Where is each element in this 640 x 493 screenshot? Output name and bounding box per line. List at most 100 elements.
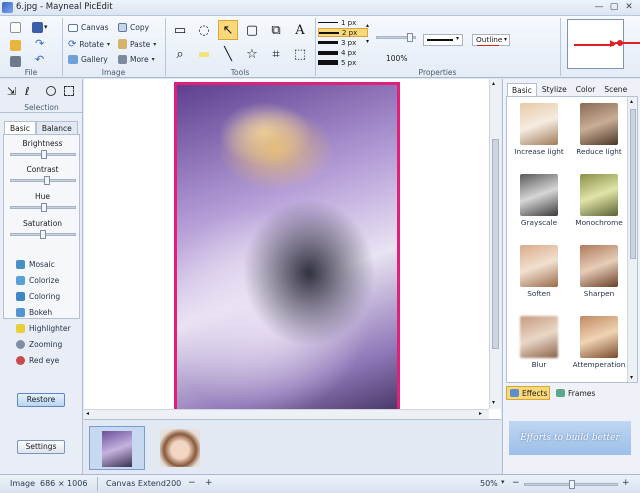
tab-basic-effects[interactable]: Basic	[507, 83, 537, 97]
ellipse-select-icon[interactable]	[46, 86, 56, 96]
saturation-slider[interactable]	[10, 230, 76, 239]
settings-button[interactable]: Settings	[17, 440, 65, 454]
effect-grayscale[interactable]: Grayscale	[509, 174, 569, 227]
zoom-slider[interactable]	[524, 480, 618, 489]
text-tool-icon[interactable]: A	[290, 20, 310, 40]
outline-dropdown[interactable]: Outline ▾	[472, 34, 510, 46]
canvas-area[interactable]: ▴ ▾ ◂ ▸	[84, 79, 501, 419]
line-size-scroll-down-icon[interactable]: ▾	[366, 38, 369, 45]
opacity-slider[interactable]	[376, 33, 416, 42]
scroll-left-icon[interactable]: ◂	[86, 410, 89, 417]
tab-balance[interactable]: Balance	[35, 121, 78, 135]
opacity-slider-thumb[interactable]	[407, 33, 413, 42]
effects-tab[interactable]: Effects	[506, 386, 550, 400]
clone-stamp-icon[interactable]: ⧉	[266, 20, 286, 40]
scroll-right-icon[interactable]: ▸	[479, 410, 482, 417]
effect-coloring[interactable]: Coloring	[16, 288, 82, 304]
effect-attemperation[interactable]: Attemperation	[569, 316, 629, 369]
rounded-rect-icon[interactable]: ▢	[242, 20, 262, 40]
rotate-button[interactable]: ⟳ Rotate ▾	[68, 39, 110, 50]
save-icon[interactable]	[32, 22, 43, 33]
brightness-slider[interactable]	[10, 150, 76, 159]
zoom-icon[interactable]: ⌕	[170, 44, 190, 64]
rect-select-icon[interactable]	[64, 86, 74, 96]
select-rect-icon[interactable]: ▭	[170, 20, 190, 40]
paint-bucket-icon[interactable]: ⬚	[290, 44, 310, 64]
effect-blur[interactable]: Blur	[509, 316, 569, 369]
effect-gallery-scrollbar[interactable]: ▴ ▾	[627, 97, 637, 382]
scroll-down-icon[interactable]: ▾	[492, 399, 495, 406]
effect-zooming[interactable]: Zooming	[16, 336, 82, 352]
canvas-extend-decrease-button[interactable]: −	[188, 478, 196, 488]
line-size-scroll-up-icon[interactable]: ▴	[366, 22, 369, 29]
restore-button[interactable]: Restore	[17, 393, 65, 407]
line-size-option-selected[interactable]: 2 px	[318, 28, 368, 37]
effect-bokeh[interactable]: Bokeh	[16, 304, 82, 320]
effect-mosaic[interactable]: Mosaic	[16, 256, 82, 272]
effect-red-eye[interactable]: Red eye	[16, 352, 82, 368]
tab-scene[interactable]: Scene	[600, 83, 631, 97]
effect-sharpen[interactable]: Sharpen	[569, 245, 629, 298]
tab-color[interactable]: Color	[572, 83, 600, 97]
effect-colorize[interactable]: Colorize	[16, 272, 82, 288]
tab-stylize[interactable]: Stylize	[538, 83, 571, 97]
highlighter-icon[interactable]: ▬	[194, 44, 214, 64]
zoom-slider-thumb[interactable]	[569, 480, 575, 489]
vertical-scrollbar[interactable]: ▴ ▾	[489, 79, 501, 409]
zoom-dropdown-icon[interactable]: ▾	[501, 478, 505, 486]
hue-slider[interactable]	[10, 203, 76, 212]
undo-icon[interactable]: ↶	[35, 53, 44, 66]
line-style-dropdown[interactable]: ▾	[423, 34, 463, 46]
effect-increase-light[interactable]: Increase light	[509, 103, 569, 156]
save-dropdown-icon[interactable]: ▾	[44, 23, 48, 31]
properties-group-label: Properties	[418, 68, 457, 77]
more-button[interactable]: More ▾	[118, 55, 155, 64]
effect-reduce-light[interactable]: Reduce light	[569, 103, 629, 156]
tab-basic[interactable]: Basic	[4, 121, 36, 135]
paste-button[interactable]: Paste ▾	[118, 39, 156, 49]
thumbnail-selected[interactable]	[89, 426, 145, 470]
frames-tab[interactable]: Frames	[553, 386, 597, 400]
brightness-slider-thumb[interactable]	[41, 150, 47, 159]
line-size-option[interactable]: 5 px	[318, 58, 374, 67]
paste-dropdown-icon: ▾	[153, 40, 157, 48]
lasso-shape-icon[interactable]: ◌	[194, 20, 214, 40]
print-icon[interactable]	[10, 56, 21, 67]
effect-gallery-scroll-thumb[interactable]	[630, 109, 636, 259]
open-icon[interactable]	[10, 40, 21, 51]
canvas-button[interactable]: Canvas	[68, 23, 109, 32]
zoom-out-button[interactable]: −	[512, 478, 520, 488]
scroll-up-icon[interactable]: ▴	[630, 98, 633, 105]
scroll-up-icon[interactable]: ▴	[492, 80, 495, 87]
pointer-select-icon[interactable]: ⇲	[7, 85, 16, 98]
maximize-button[interactable]: ▢	[607, 1, 621, 14]
line-tool-icon[interactable]: ↖	[218, 20, 238, 40]
crop-icon[interactable]: ⌗	[266, 44, 286, 64]
redo-icon[interactable]: ↷	[35, 37, 44, 50]
gallery-button[interactable]: Gallery	[68, 55, 108, 64]
minimize-button[interactable]: —	[592, 1, 606, 14]
scroll-down-icon[interactable]: ▾	[630, 374, 633, 381]
close-button[interactable]: ✕	[622, 1, 636, 14]
hue-slider-thumb[interactable]	[41, 203, 47, 212]
new-icon[interactable]	[10, 22, 21, 33]
contrast-slider-thumb[interactable]	[44, 176, 50, 185]
contrast-slider[interactable]	[10, 176, 76, 185]
star-icon[interactable]: ☆	[242, 44, 262, 64]
effect-monochrome[interactable]: Monochrome	[569, 174, 629, 227]
window-title: 6.jpg - Mayneal PicEdit	[16, 2, 113, 12]
copy-button[interactable]: Copy	[118, 23, 149, 32]
effect-soften[interactable]: Soften	[509, 245, 569, 298]
line-size-option[interactable]: 4 px	[318, 48, 374, 57]
vertical-scroll-thumb[interactable]	[492, 139, 499, 349]
arrow-style-preview[interactable]: ▶	[567, 19, 624, 69]
effect-highlighter[interactable]: Highlighter	[16, 320, 82, 336]
lasso-select-icon[interactable]: ℓ	[25, 85, 30, 98]
saturation-slider-thumb[interactable]	[40, 230, 46, 239]
horizontal-scrollbar[interactable]: ◂ ▸	[84, 409, 489, 419]
straight-line-icon[interactable]: ╲	[218, 44, 238, 64]
zoom-in-button[interactable]: +	[622, 478, 630, 488]
red-eye-icon	[16, 355, 25, 365]
canvas-extend-increase-button[interactable]: +	[205, 478, 213, 488]
thumbnail[interactable]	[156, 426, 204, 470]
